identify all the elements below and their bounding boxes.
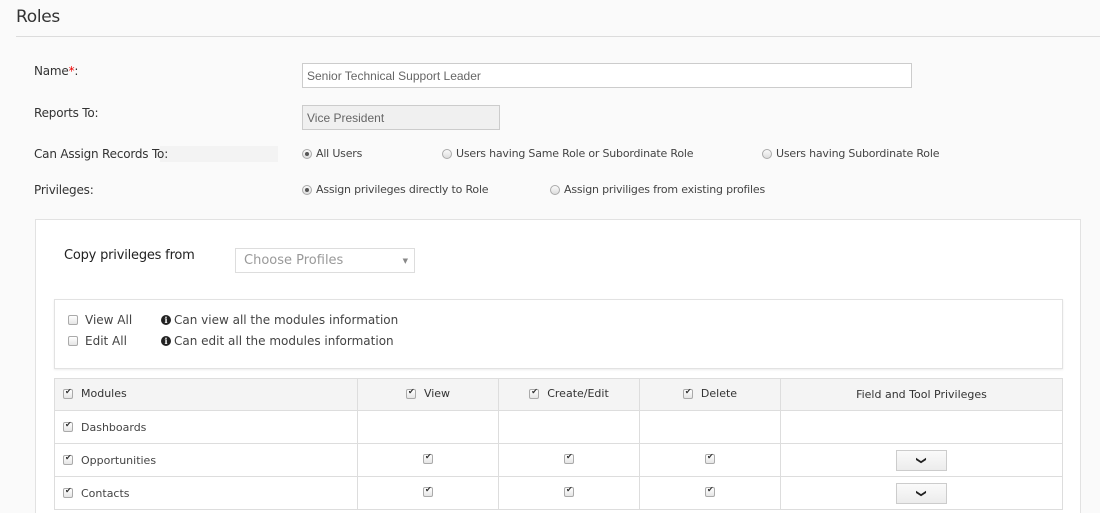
table-header-row: Modules View Create/Edit Delete Field an… (54, 378, 1063, 411)
module-checkbox[interactable] (63, 486, 73, 498)
page-title: Roles (16, 7, 60, 27)
table-row: Dashboards (54, 410, 1063, 444)
info-icon: i (161, 336, 171, 346)
header-view: View (357, 378, 499, 411)
module-name: Dashboards (81, 420, 147, 434)
radio-indicator[interactable] (762, 148, 772, 159)
radio-label: Assign privileges directly to Role (316, 183, 489, 196)
module-name: Contacts (81, 486, 130, 500)
header-label: Create/Edit (547, 387, 609, 401)
view-all-info: i Can view all the modules information (161, 313, 398, 327)
create-edit-cell (498, 410, 640, 444)
info-text: Can edit all the modules information (174, 334, 394, 348)
view-checkbox[interactable] (423, 485, 433, 497)
copy-privileges-label: Copy privileges from (64, 248, 195, 263)
module-checkbox[interactable] (63, 453, 73, 465)
header-delete: Delete (639, 378, 781, 411)
delete-cell (639, 410, 781, 444)
select-placeholder: Choose Profiles (244, 253, 344, 268)
radio-label: All Users (316, 147, 363, 160)
select-all-view-checkbox[interactable] (405, 387, 416, 399)
module-cell: Opportunities (54, 443, 358, 477)
modules-table: Modules View Create/Edit Delete Field an… (54, 378, 1063, 510)
header-label: View (423, 387, 451, 401)
header-label: Delete (700, 387, 738, 401)
create-edit-cell (498, 443, 640, 477)
name-input[interactable]: Senior Technical Support Leader (302, 63, 912, 88)
field-privileges-expand-button[interactable]: ❯ (896, 449, 947, 471)
table-row: Opportunities ❯ (54, 443, 1063, 477)
radio-label: Users having Same Role or Subordinate Ro… (456, 147, 694, 160)
module-cell: Contacts (54, 476, 358, 510)
field-privileges-expand-button[interactable]: ❯ (896, 482, 947, 504)
create-edit-cell (498, 476, 640, 510)
create-edit-checkbox[interactable] (564, 485, 574, 497)
title-divider (16, 36, 1100, 37)
header-modules: Modules (54, 378, 358, 411)
name-label-text: Name (34, 64, 69, 78)
privileges-label: Privileges: (34, 183, 94, 197)
select-all-modules-checkbox[interactable] (63, 387, 73, 399)
radio-label: Assign priviliges from existing profiles (564, 183, 765, 196)
edit-all-info: i Can edit all the modules information (161, 334, 394, 348)
info-text: Can view all the modules information (174, 313, 399, 327)
radio-indicator[interactable] (550, 184, 560, 195)
view-all-checkbox[interactable] (68, 315, 78, 325)
header-field-tool-privileges: Field and Tool Privileges (780, 378, 1063, 411)
radio-all-users[interactable]: All Users (302, 147, 362, 160)
delete-cell (639, 476, 781, 510)
edit-all-label: Edit All (85, 334, 127, 348)
radio-indicator[interactable] (302, 184, 312, 195)
view-checkbox[interactable] (423, 452, 433, 464)
choose-profiles-select[interactable]: Choose Profiles ▼ (235, 248, 415, 273)
name-label-colon: : (74, 64, 79, 78)
reports-to-input[interactable]: Vice President (302, 105, 500, 130)
radio-indicator[interactable] (442, 148, 452, 159)
header-label: Modules (81, 387, 127, 401)
edit-all-row: Edit All i Can edit all the modules info… (68, 334, 394, 348)
table-row: Contacts ❯ (54, 476, 1063, 510)
reports-to-label: Reports To: (34, 106, 99, 120)
view-all-label: View All (85, 313, 133, 327)
header-create-edit: Create/Edit (498, 378, 640, 411)
radio-subordinate[interactable]: Users having Subordinate Role (762, 147, 939, 160)
caret-down-icon: ▼ (402, 257, 408, 265)
field-tool-cell (780, 410, 1063, 444)
module-checkbox[interactable] (63, 420, 73, 432)
delete-checkbox[interactable] (705, 485, 715, 497)
select-all-create-edit-checkbox[interactable] (529, 387, 540, 399)
assign-records-label: Can Assign Records To: (34, 147, 169, 161)
view-cell (357, 443, 499, 477)
view-cell (357, 410, 499, 444)
module-cell: Dashboards (54, 410, 358, 444)
radio-label: Users having Subordinate Role (776, 147, 940, 160)
view-all-row: View All i Can view all the modules info… (68, 313, 398, 327)
delete-checkbox[interactable] (705, 452, 715, 464)
radio-same-or-subordinate[interactable]: Users having Same Role or Subordinate Ro… (442, 147, 694, 160)
select-all-delete-checkbox[interactable] (682, 387, 693, 399)
radio-privileges-direct[interactable]: Assign privileges directly to Role (302, 183, 489, 196)
name-label: Name*: (34, 64, 78, 78)
edit-all-checkbox[interactable] (68, 336, 78, 346)
chevron-down-icon: ❯ (915, 455, 927, 465)
label-highlight (160, 146, 278, 162)
delete-cell (639, 443, 781, 477)
field-tool-cell: ❯ (780, 476, 1063, 510)
view-cell (357, 476, 499, 510)
field-tool-cell: ❯ (780, 443, 1063, 477)
radio-privileges-profiles[interactable]: Assign priviliges from existing profiles (550, 183, 765, 196)
radio-indicator[interactable] (302, 148, 312, 159)
info-icon: i (161, 315, 171, 325)
create-edit-checkbox[interactable] (564, 452, 574, 464)
chevron-down-icon: ❯ (915, 488, 927, 498)
module-name: Opportunities (81, 453, 157, 467)
